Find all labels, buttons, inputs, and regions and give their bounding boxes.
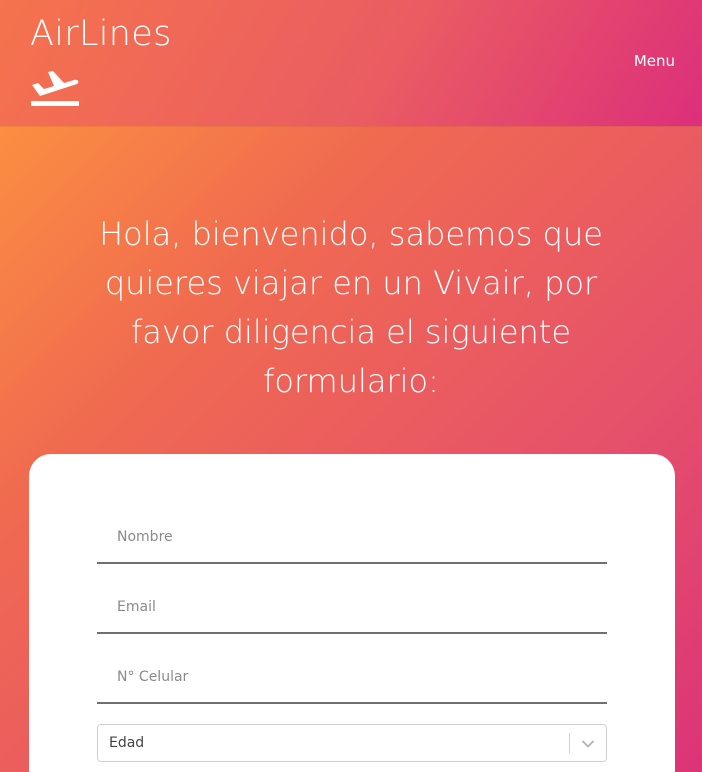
- age-select[interactable]: Edad: [97, 724, 607, 762]
- welcome-heading: Hola, bienvenido, sabemos que quieres vi…: [99, 215, 603, 400]
- registration-form-card: Edad: [29, 454, 675, 772]
- name-input[interactable]: [97, 512, 607, 564]
- select-divider: [569, 733, 570, 753]
- plane-takeoff-icon: [31, 71, 79, 106]
- phone-input[interactable]: [97, 652, 607, 704]
- top-navbar: AirLines Menu: [0, 0, 702, 126]
- chevron-down-icon[interactable]: [581, 737, 595, 751]
- age-select-value: Edad: [109, 735, 145, 751]
- menu-button[interactable]: Menu: [634, 51, 675, 71]
- email-input[interactable]: [97, 582, 607, 634]
- brand-title[interactable]: AirLines: [30, 12, 172, 56]
